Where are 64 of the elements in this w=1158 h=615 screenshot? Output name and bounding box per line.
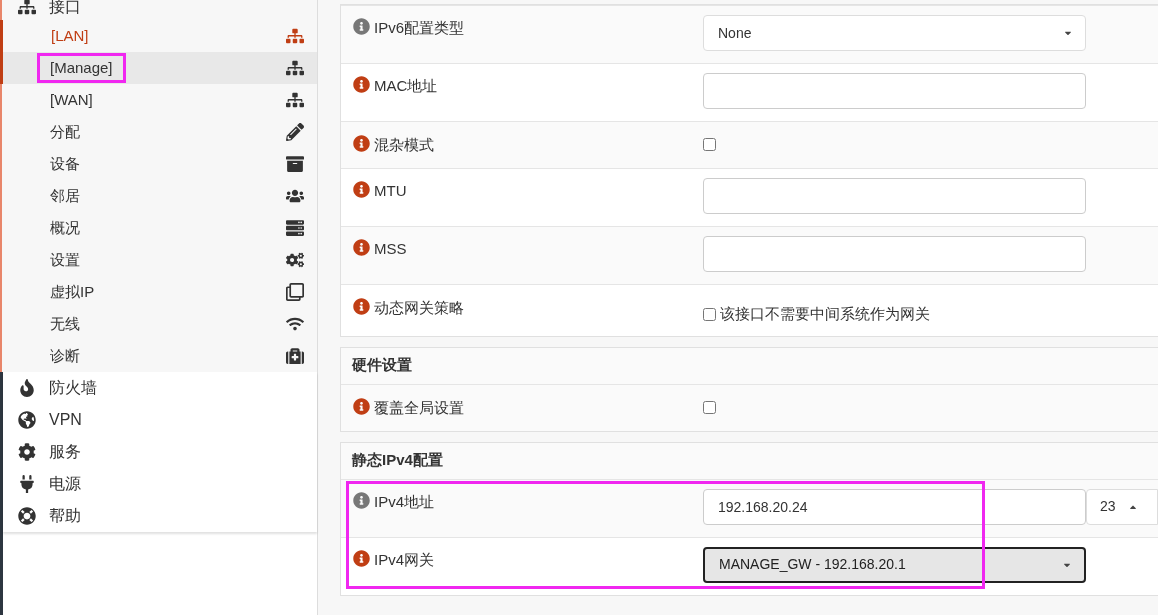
gears-icon	[286, 251, 304, 269]
dropdown[interactable]: MANAGE_GW - 192.168.20.1	[703, 546, 1086, 583]
archive-box-icon	[286, 155, 304, 173]
subnet-dropdown[interactable]: 23	[1086, 488, 1158, 525]
info-icon[interactable]	[353, 18, 370, 35]
sitemap-icon	[286, 59, 304, 77]
sitemap-icon	[286, 27, 304, 45]
sitemap-icon	[18, 0, 36, 16]
section-title: 静态IPv4配置	[341, 442, 1158, 479]
medkit-icon	[286, 347, 304, 365]
sidebar-item[interactable]: 虚拟IP	[50, 280, 95, 304]
info-icon[interactable]	[353, 181, 370, 198]
checkbox[interactable]	[703, 400, 716, 414]
info-icon[interactable]	[353, 397, 370, 415]
dropdown[interactable]: None	[703, 15, 1086, 51]
field-label: IPv4网关	[374, 549, 434, 570]
sidebar-item[interactable]: 概况	[50, 216, 80, 240]
sidebar-item[interactable]: [LAN]	[51, 24, 89, 48]
field-label: IPv4地址	[374, 491, 434, 512]
wifi-icon	[286, 315, 304, 333]
input-field[interactable]	[703, 178, 1086, 214]
sidebar-item[interactable]: VPN	[3, 404, 317, 436]
input-field[interactable]	[703, 73, 1086, 109]
sidebar-item[interactable]: 防火墙	[3, 372, 317, 404]
field-label: MTU	[374, 181, 407, 201]
sidebar-item[interactable]: 无线	[50, 312, 80, 336]
sidebar-item[interactable]: [WAN]	[50, 88, 93, 112]
settings-icon	[18, 443, 36, 461]
checkbox[interactable]	[703, 307, 716, 321]
checkbox[interactable]	[703, 138, 716, 151]
lifebuoy-icon	[18, 507, 36, 525]
section-title: 硬件设置	[341, 347, 1158, 384]
sidebar-item[interactable]: [Manage]	[50, 56, 113, 80]
server-icon	[286, 219, 304, 237]
field-label: MSS	[374, 239, 407, 259]
field-label: MAC地址	[374, 76, 438, 96]
field-label: 混杂模式	[374, 135, 434, 155]
sidebar-item[interactable]: 诊断	[50, 344, 80, 368]
field-label: IPv6配置类型	[374, 18, 464, 38]
checkbox-label: 该接口不需要中间系统作为网关	[720, 304, 930, 324]
people-icon	[286, 187, 304, 205]
info-icon[interactable]	[353, 298, 370, 315]
sitemap-icon	[286, 91, 304, 109]
sidebar-item[interactable]: 帮助	[3, 500, 317, 532]
field-label: 动态网关策略	[374, 298, 464, 318]
input-field[interactable]	[703, 236, 1086, 272]
sidebar-item[interactable]: 服务	[3, 436, 317, 468]
info-icon[interactable]	[353, 135, 370, 152]
sidebar-item[interactable]: 邻居	[50, 184, 80, 208]
plug-icon	[18, 475, 36, 493]
copy-icon	[286, 283, 304, 301]
info-icon[interactable]	[353, 549, 370, 567]
sidebar-item[interactable]: 设备	[50, 152, 80, 176]
info-icon[interactable]	[353, 239, 370, 256]
sidebar-item[interactable]: 电源	[3, 468, 317, 500]
input-field[interactable]: 192.168.20.24	[703, 488, 1086, 525]
fire-icon	[18, 379, 36, 397]
info-icon[interactable]	[353, 76, 370, 93]
pencil-icon	[286, 123, 304, 141]
globe-icon	[18, 411, 36, 429]
info-icon[interactable]	[353, 491, 370, 509]
sidebar-item[interactable]: 分配	[50, 120, 80, 144]
field-label: 覆盖全局设置	[374, 397, 464, 418]
sidebar-item[interactable]: 设置	[50, 248, 80, 272]
